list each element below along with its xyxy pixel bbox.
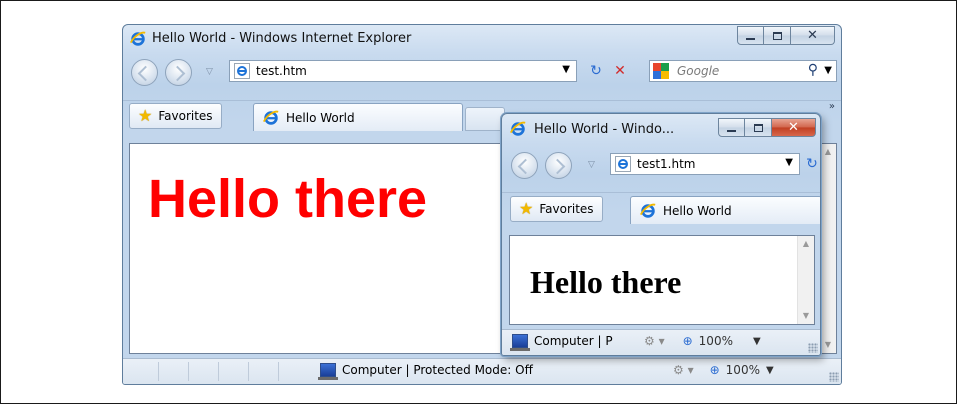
status-cell	[219, 362, 249, 381]
tab-hello-world[interactable]: Hello World	[630, 196, 820, 224]
address-bar[interactable]: test.htm ▼	[229, 60, 577, 82]
scroll-up-icon[interactable]: ▲	[798, 236, 814, 252]
scroll-down-icon[interactable]: ▼	[820, 337, 836, 353]
computer-zone-icon	[318, 363, 338, 380]
main-status-bar: Computer | Protected Mode: Off ⚙ ▾ ⊕ 100…	[123, 358, 841, 384]
favorites-button[interactable]: ★ Favorites	[129, 103, 222, 129]
tab-label: Hello World	[286, 110, 355, 125]
minimize-button[interactable]	[718, 118, 745, 137]
stop-icon[interactable]: ✕	[610, 61, 630, 81]
star-icon: ★	[519, 199, 534, 218]
address-url: test1.htm	[637, 157, 696, 171]
resize-grip-icon[interactable]	[829, 372, 839, 382]
address-dropdown-icon[interactable]: ▼	[785, 157, 793, 168]
star-icon: ★	[138, 106, 153, 125]
computer-zone-icon	[510, 334, 530, 351]
popup-blocker-icon[interactable]: ⚙ ▾	[644, 334, 665, 348]
popup-zoom-control[interactable]: ⚙ ▾ ⊕ 100% ▼	[644, 334, 761, 348]
search-placeholder: Google	[677, 64, 720, 78]
status-cell	[189, 362, 219, 381]
refresh-icon[interactable]: ↻	[586, 61, 606, 81]
magnifier-icon[interactable]: ⚲	[808, 62, 818, 78]
maximize-button[interactable]	[745, 118, 772, 137]
back-button[interactable]	[511, 152, 538, 179]
zoom-icon: ⊕	[682, 334, 693, 348]
main-window-title: Hello World - Windows Internet Explorer	[152, 31, 412, 46]
address-bar[interactable]: test1.htm ▼	[610, 153, 800, 175]
scroll-down-icon[interactable]: ▼	[798, 308, 814, 324]
recent-pages-dropdown-icon[interactable]: ▽	[206, 67, 213, 77]
search-box[interactable]: Google ⚲ ▼	[649, 60, 837, 82]
scroll-up-icon[interactable]: ▲	[820, 144, 836, 160]
zoom-level[interactable]: 100%	[726, 363, 760, 377]
favorites-button[interactable]: ★ Favorites	[510, 196, 603, 222]
maximize-icon	[772, 31, 782, 40]
close-icon: ✕	[788, 120, 799, 135]
status-cell	[249, 362, 279, 381]
page-heading: Hello there	[148, 169, 428, 229]
popup-browser-window: Hello World - Windo... ✕ ▽ test1.htm ▼ ↻	[501, 113, 821, 356]
maximize-icon	[753, 123, 763, 132]
minimize-icon	[746, 37, 755, 40]
close-button[interactable]: ✕	[791, 26, 835, 45]
popup-status-bar: Computer | P ⚙ ▾ ⊕ 100% ▼	[502, 329, 820, 355]
forward-button[interactable]	[545, 152, 572, 179]
screenshot-frame: Hello World - Windows Internet Explorer …	[0, 0, 957, 404]
close-icon: ✕	[807, 28, 818, 43]
main-caption-buttons: ✕	[737, 26, 835, 46]
status-cell	[129, 362, 159, 381]
back-button[interactable]	[131, 59, 158, 86]
new-tab-button[interactable]	[465, 107, 505, 131]
ie-logo-icon	[509, 120, 527, 138]
popup-tab-row: ★ Favorites Hello World	[502, 192, 820, 224]
forward-button[interactable]	[165, 59, 192, 86]
google-search-provider-icon	[653, 63, 669, 79]
main-zoom-control[interactable]: ⚙ ▾ ⊕ 100% ▼	[673, 363, 774, 377]
popup-window-title: Hello World - Windo...	[534, 122, 675, 137]
popup-title-bar[interactable]: Hello World - Windo... ✕	[502, 114, 820, 142]
refresh-icon[interactable]: ↻	[802, 154, 820, 174]
zoom-icon: ⊕	[709, 363, 720, 377]
popup-caption-buttons: ✕	[718, 118, 816, 138]
maximize-button[interactable]	[764, 26, 791, 45]
page-heading: Hello there	[530, 264, 682, 300]
address-url: test.htm	[256, 64, 307, 78]
command-bar-overflow-icon[interactable]: »	[829, 101, 835, 112]
security-zone[interactable]: Computer | P	[510, 334, 613, 351]
minimize-button[interactable]	[737, 26, 764, 45]
popup-vertical-scrollbar[interactable]: ▲ ▼	[797, 236, 814, 324]
zoom-dropdown-icon[interactable]: ▼	[753, 336, 761, 347]
page-icon	[234, 63, 250, 79]
ie-logo-icon	[639, 202, 657, 220]
ie-logo-icon	[262, 109, 280, 127]
popup-page-content: Hello there ▲ ▼	[509, 235, 815, 325]
popup-blocker-icon[interactable]: ⚙ ▾	[673, 363, 694, 377]
security-zone-label: Computer | Protected Mode: Off	[342, 363, 533, 377]
minimize-icon	[727, 129, 736, 132]
resize-grip-icon[interactable]	[808, 343, 818, 353]
status-cell	[159, 362, 189, 381]
favorites-label: Favorites	[539, 202, 594, 216]
recent-pages-dropdown-icon[interactable]: ▽	[588, 160, 595, 170]
page-icon	[615, 156, 631, 172]
ie-logo-icon	[129, 30, 147, 48]
security-zone[interactable]: Computer | Protected Mode: Off	[318, 363, 533, 380]
security-zone-label: Computer | P	[534, 334, 613, 348]
favorites-label: Favorites	[158, 109, 213, 123]
main-vertical-scrollbar[interactable]: ▲ ▼	[819, 144, 836, 353]
search-options-dropdown-icon[interactable]: ▼	[824, 65, 832, 76]
popup-navigation-bar: ▽ test1.htm ▼ ↻	[502, 150, 820, 180]
main-title-bar[interactable]: Hello World - Windows Internet Explorer …	[123, 25, 841, 53]
zoom-level[interactable]: 100%	[699, 334, 733, 348]
main-navigation-bar: ▽ test.htm ▼ ↻ ✕ Google ⚲ ▼	[123, 57, 841, 87]
zoom-dropdown-icon[interactable]: ▼	[766, 365, 774, 376]
tab-label: Hello World	[663, 203, 732, 218]
address-dropdown-icon[interactable]: ▼	[562, 64, 570, 75]
tab-hello-world[interactable]: Hello World	[253, 103, 463, 131]
close-button[interactable]: ✕	[772, 118, 816, 137]
